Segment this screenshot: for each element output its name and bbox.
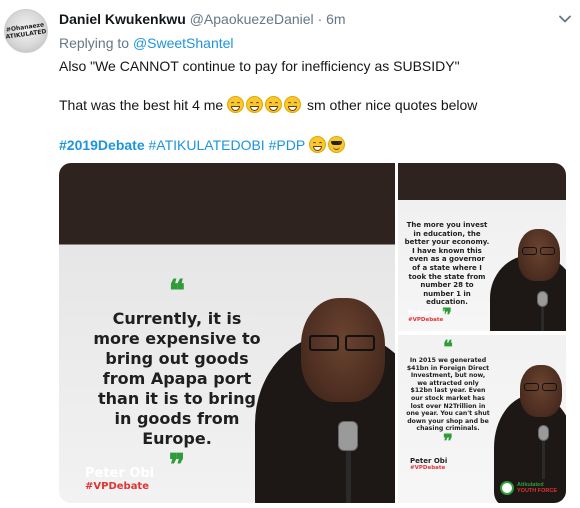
reply-context: Replying to @SweetShantel <box>59 34 234 52</box>
open-quote-mark: ❝ <box>443 337 453 358</box>
microphone-stand <box>346 445 351 503</box>
quote-text: Currently, it is more expensive to bring… <box>93 309 261 448</box>
speaker-signature: Peter Obi #VPDebate <box>408 309 445 323</box>
speaker-glasses <box>542 383 557 391</box>
microphone <box>537 291 548 307</box>
microphone-stand <box>541 303 544 331</box>
speaker-tag: #VPDebate <box>410 465 446 471</box>
logo-mark-icon <box>500 481 514 495</box>
atikulated-logo: Atikulated YOUTH FORCE <box>500 479 560 497</box>
speaker-glasses <box>540 247 555 255</box>
speaker-tag: #VPDebate <box>408 317 444 323</box>
quote-text: In 2015 we generated $41bn in Foreign Di… <box>406 357 490 433</box>
tweet-text-line1: Also "We CANNOT continue to pay for inef… <box>59 58 460 74</box>
open-quote-mark: ❝ <box>168 274 186 309</box>
hashtag-2019debate[interactable]: #2019Debate <box>59 137 145 153</box>
speaker-signature: Peter Obi #VPDebate <box>85 466 154 493</box>
speaker-face <box>518 229 560 281</box>
tweet-header: Daniel Kwukenkwu @ApaokuezeDaniel · 6m <box>59 10 570 30</box>
quote-text: The more you invest in education, the be… <box>404 221 490 307</box>
avatar-text: #Ohanaeze ATIKULATED <box>5 21 47 40</box>
microphone-stand <box>542 439 545 479</box>
media-image-top-right[interactable]: The more you invest in education, the be… <box>398 163 566 331</box>
microphone <box>338 421 358 451</box>
tweet-text-line2: That was the best hit 4 me sm other nice… <box>59 95 477 115</box>
speaker-glasses <box>524 383 539 391</box>
speaker-name: Peter Obi <box>85 466 155 481</box>
tweet-timestamp[interactable]: 6m <box>326 11 345 27</box>
speaker-face <box>520 365 562 417</box>
media-image-bottom-right[interactable]: ❝ In 2015 we generated $41bn in Foreign … <box>398 335 566 503</box>
hashtag-line: #2019Debate #ATIKULATEDOBI #PDP <box>59 135 347 155</box>
speaker-tag: #VPDebate <box>85 481 149 492</box>
media-grid: ❝ Currently, it is more expensive to bri… <box>59 163 566 503</box>
quote-block: ❝ Currently, it is more expensive to bri… <box>89 277 265 481</box>
tweet-text-line2-start: That was the best hit 4 me <box>59 97 224 113</box>
author-handle[interactable]: @ApaokuezeDaniel <box>190 11 314 27</box>
chevron-down-icon[interactable] <box>558 12 572 26</box>
microphone <box>538 425 549 441</box>
grinning-face-icon <box>227 96 245 113</box>
tweet-text-line2-end: sm other nice quotes below <box>306 97 478 113</box>
grinning-face-icon <box>308 136 326 153</box>
hashtag-atikulatedobi[interactable]: #ATIKULATEDOBI <box>149 137 265 153</box>
speaker-name: Peter Obi <box>408 309 446 317</box>
quote-block: ❝ In 2015 we generated $41bn in Foreign … <box>406 339 490 451</box>
speaker-signature: Peter Obi #VPDebate <box>410 457 447 471</box>
speaker-glasses <box>345 335 375 351</box>
sunglasses-face-icon <box>327 136 345 153</box>
grinning-face-icon <box>246 96 264 113</box>
reply-prefix: Replying to <box>59 35 130 51</box>
media-image-large[interactable]: ❝ Currently, it is more expensive to bri… <box>59 163 395 503</box>
speaker-glasses <box>309 335 339 351</box>
hashtag-pdp[interactable]: #PDP <box>269 137 305 153</box>
author-name[interactable]: Daniel Kwukenkwu <box>59 11 186 27</box>
close-quote-mark: ❞ <box>443 430 453 452</box>
logo-text: Atikulated YOUTH FORCE <box>517 482 557 494</box>
separator-dot: · <box>317 11 323 27</box>
logo-line2: YOUTH FORCE <box>517 488 558 494</box>
grinning-face-icon <box>265 96 283 113</box>
reply-to-link[interactable]: @SweetShantel <box>133 35 234 51</box>
avatar[interactable]: #Ohanaeze ATIKULATED <box>4 9 48 53</box>
grinning-face-icon <box>284 96 302 113</box>
speaker-glasses <box>522 247 537 255</box>
speaker-name: Peter Obi <box>410 457 448 465</box>
